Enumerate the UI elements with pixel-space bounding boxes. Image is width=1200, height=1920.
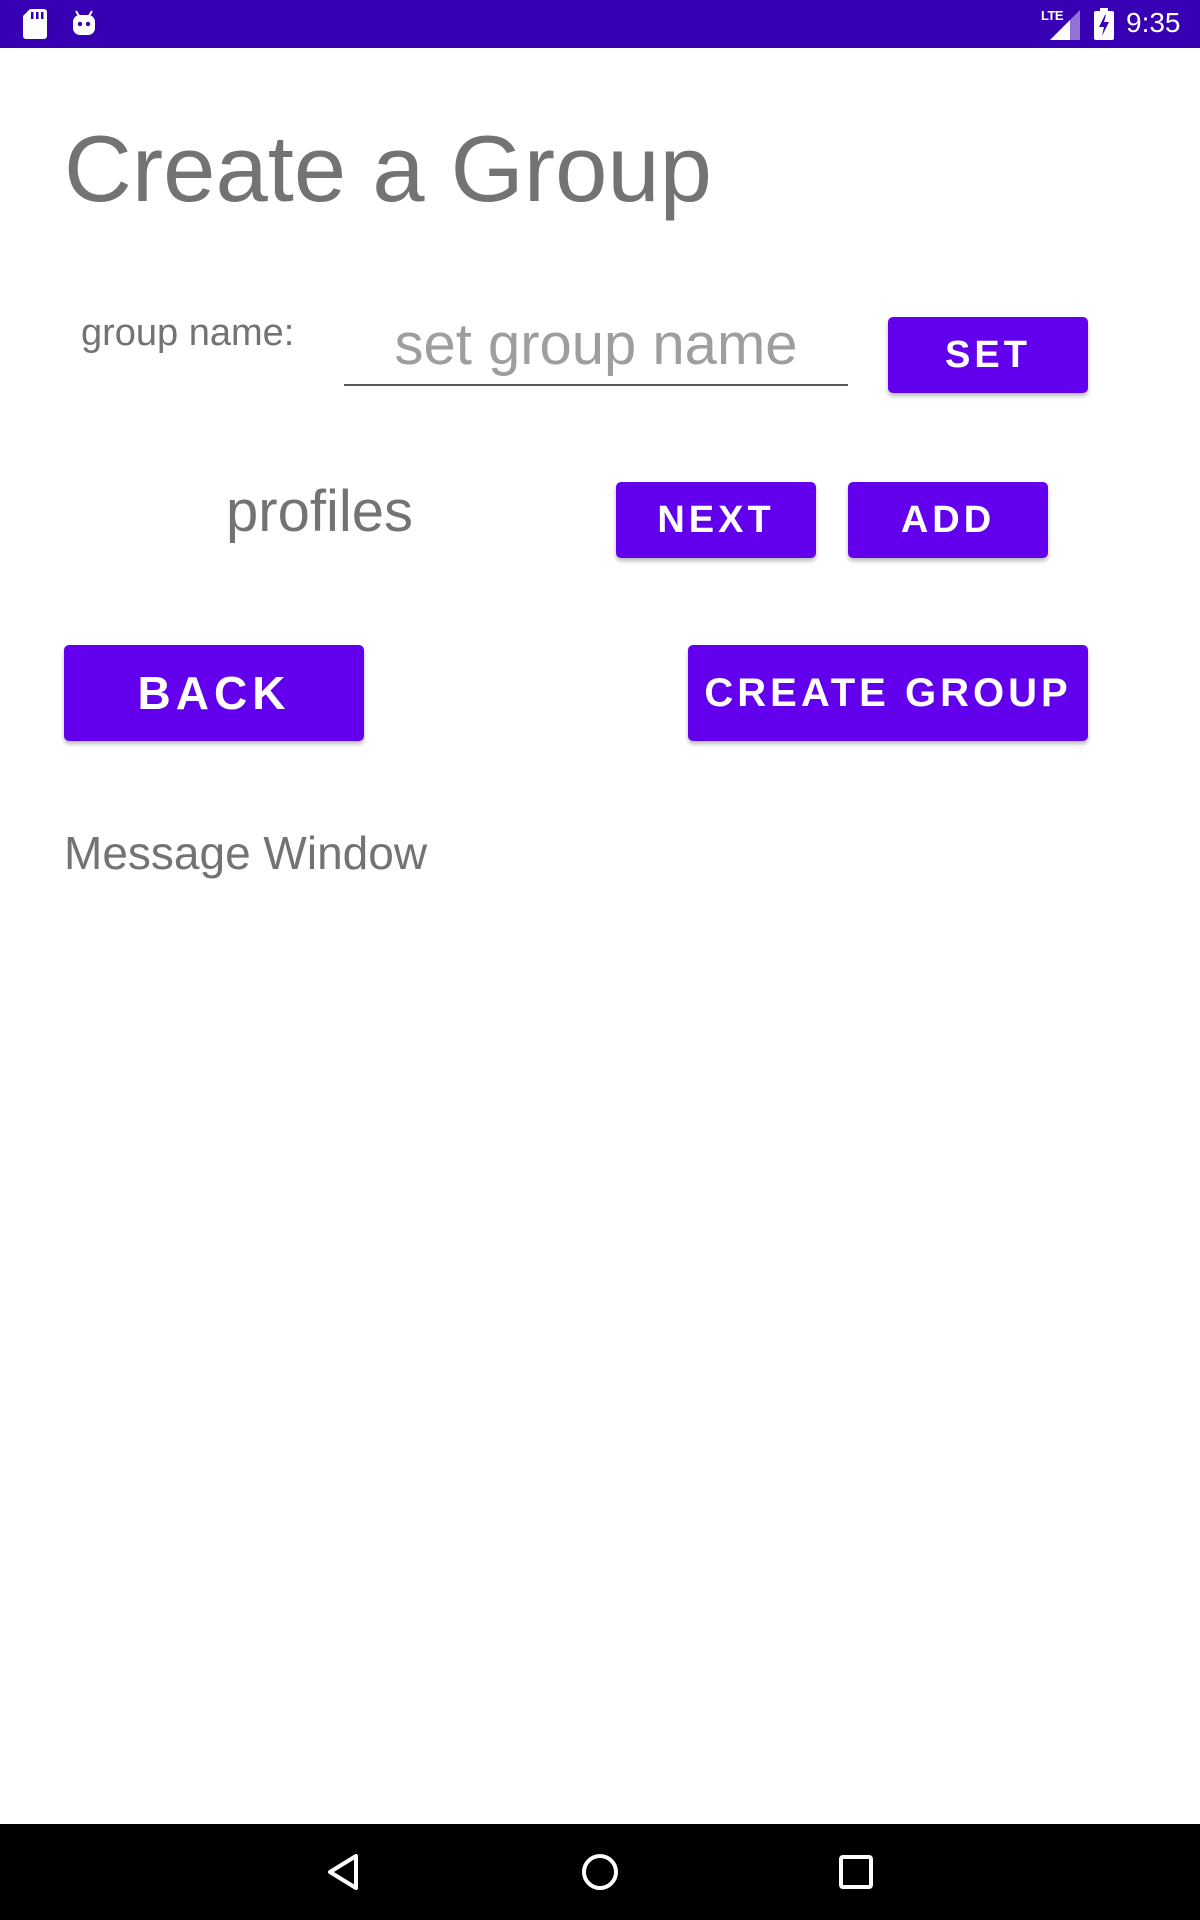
clock: 9:35 <box>1126 7 1181 38</box>
navigation-bar <box>0 1824 1200 1920</box>
group-name-label: group name: <box>81 312 295 354</box>
profiles-label: profiles <box>226 479 413 544</box>
create-group-button[interactable]: CREATE GROUP <box>688 645 1088 741</box>
signal-icon <box>1050 10 1080 40</box>
android-icon <box>73 10 95 35</box>
back-icon[interactable] <box>320 1848 368 1896</box>
add-button[interactable]: ADD <box>848 482 1048 558</box>
screen: LTE 9:35 Create a Group group name: SET … <box>0 0 1200 1920</box>
battery-charging-icon <box>1094 8 1114 40</box>
sd-card-icon <box>23 9 47 39</box>
back-button[interactable]: BACK <box>64 645 364 741</box>
message-window: Message Window <box>64 827 428 879</box>
group-name-input[interactable] <box>344 304 848 386</box>
page-title: Create a Group <box>64 116 712 221</box>
next-button[interactable]: NEXT <box>616 482 816 558</box>
status-bar: LTE 9:35 <box>0 0 1200 48</box>
home-icon[interactable] <box>576 1848 624 1896</box>
set-button[interactable]: SET <box>888 317 1088 393</box>
recents-icon[interactable] <box>832 1848 880 1896</box>
